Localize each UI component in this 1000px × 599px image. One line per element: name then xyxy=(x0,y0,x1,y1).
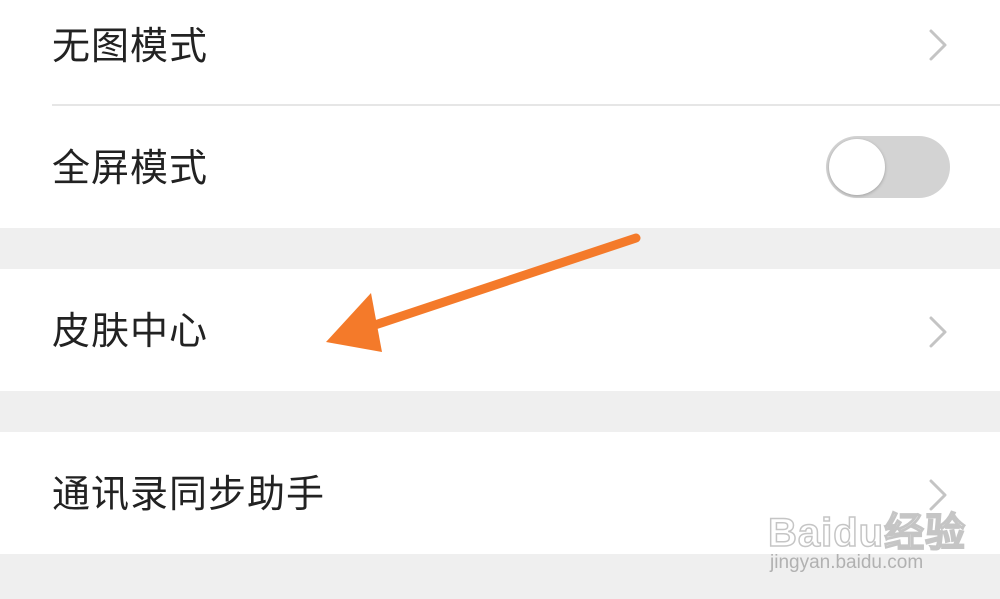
chevron-right-icon xyxy=(929,479,947,511)
chevron-right-icon xyxy=(929,316,947,348)
settings-item-no-image-mode[interactable]: 无图模式 xyxy=(0,0,1000,106)
settings-item-label: 全屏模式 xyxy=(52,146,209,190)
watermark-url: jingyan.baidu.com xyxy=(770,552,924,573)
settings-item-fullscreen-mode[interactable]: 全屏模式 xyxy=(0,106,1000,228)
settings-item-label: 皮肤中心 xyxy=(52,309,209,353)
settings-item-label: 通讯录同步助手 xyxy=(52,472,326,516)
settings-item-label: 无图模式 xyxy=(52,24,209,68)
settings-screen: 无图模式 全屏模式 皮肤中心 通讯录同步助手 Baidu经验 jingyan.b… xyxy=(0,0,1000,599)
fullscreen-toggle[interactable] xyxy=(826,136,950,198)
chevron-right-icon xyxy=(929,29,947,61)
toggle-knob xyxy=(829,139,885,195)
settings-item-contacts-sync-assistant[interactable]: 通讯录同步助手 xyxy=(0,432,1000,554)
settings-item-skin-center[interactable]: 皮肤中心 xyxy=(0,269,1000,391)
